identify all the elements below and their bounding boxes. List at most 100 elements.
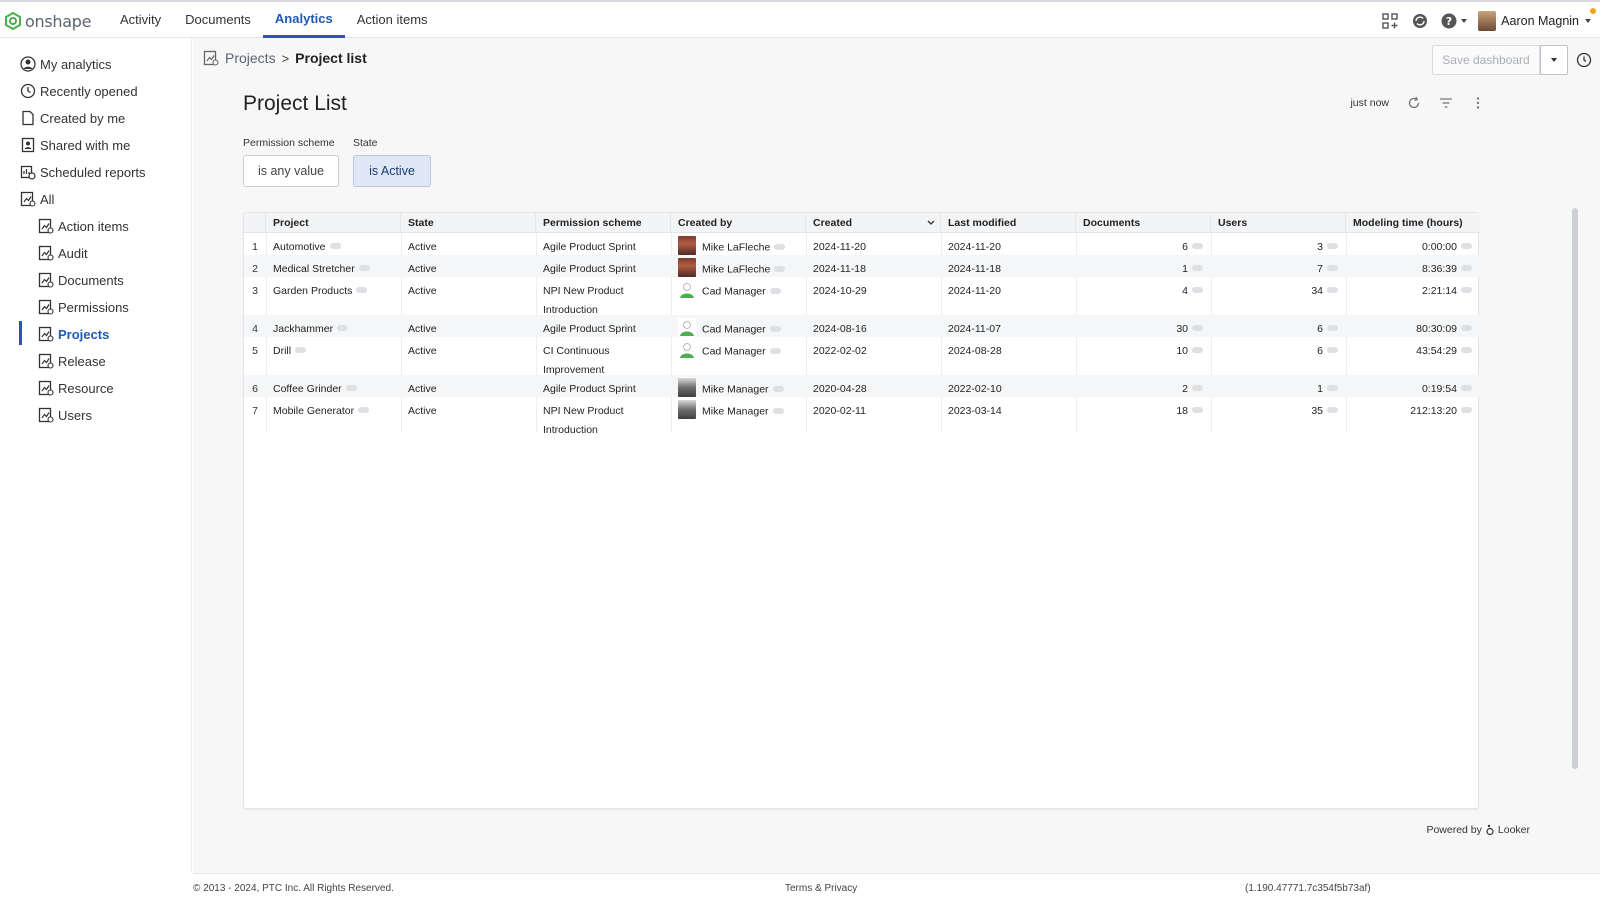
cell-menu-icon[interactable]: [1192, 385, 1203, 392]
cell-menu-icon[interactable]: [772, 385, 784, 392]
filter-permission-scheme[interactable]: is any value: [243, 155, 339, 187]
cell-menu-icon[interactable]: [774, 243, 786, 250]
cell-menu-icon[interactable]: [337, 325, 349, 332]
modeling-time-cell[interactable]: 8:36:39: [1346, 255, 1480, 279]
users-cell[interactable]: 35: [1211, 397, 1346, 421]
project-cell[interactable]: Drill: [266, 337, 307, 361]
table-row[interactable]: 5 Drill Active CI Continuous Improvement…: [244, 337, 1480, 376]
cell-menu-icon[interactable]: [1461, 265, 1472, 272]
cell-menu-icon[interactable]: [1192, 407, 1203, 414]
filter-icon[interactable]: [1439, 96, 1453, 110]
creator-cell[interactable]: Cad Manager: [671, 337, 781, 361]
cell-menu-icon[interactable]: [1327, 265, 1338, 272]
users-cell[interactable]: 6: [1211, 337, 1346, 361]
sidebar-item-shared-with-me[interactable]: Shared with me: [20, 135, 130, 155]
cell-menu-icon[interactable]: [774, 265, 786, 272]
cell-menu-icon[interactable]: [769, 287, 781, 294]
apps-icon[interactable]: [1380, 11, 1400, 31]
sidebar-item-recently-opened[interactable]: Recently opened: [20, 81, 138, 101]
cell-menu-icon[interactable]: [1192, 325, 1203, 332]
cell-menu-icon[interactable]: [1327, 325, 1338, 332]
cell-menu-icon[interactable]: [1192, 265, 1203, 272]
table-row[interactable]: 2 Medical Stretcher Active Agile Product…: [244, 255, 1480, 277]
refresh-icon[interactable]: [1407, 96, 1421, 110]
cell-menu-icon[interactable]: [295, 347, 307, 354]
documents-cell[interactable]: 18: [1076, 397, 1211, 421]
sidebar-item-created-by-me[interactable]: Created by me: [20, 108, 125, 128]
documents-cell[interactable]: 6: [1076, 233, 1211, 257]
sidebar-item-action-items[interactable]: Action items: [38, 216, 129, 236]
terms-privacy-link[interactable]: Terms & Privacy: [785, 883, 857, 894]
documents-cell[interactable]: 2: [1076, 375, 1211, 399]
column-header-permission-scheme[interactable]: Permission scheme: [536, 213, 671, 233]
cell-menu-icon[interactable]: [329, 243, 341, 250]
table-row[interactable]: 1 Automotive Active Agile Product Sprint…: [244, 233, 1480, 255]
users-cell[interactable]: 7: [1211, 255, 1346, 279]
help-menu[interactable]: ?: [1440, 12, 1468, 30]
filter-state[interactable]: is Active: [353, 155, 431, 187]
cell-menu-icon[interactable]: [1327, 407, 1338, 414]
project-cell[interactable]: Jackhammer: [266, 315, 349, 339]
table-row[interactable]: 6 Coffee Grinder Active Agile Product Sp…: [244, 375, 1480, 397]
more-vertical-icon[interactable]: [1471, 96, 1485, 110]
sidebar-item-documents[interactable]: Documents: [38, 270, 124, 290]
cell-menu-icon[interactable]: [1461, 385, 1472, 392]
cell-menu-icon[interactable]: [769, 347, 781, 354]
table-row[interactable]: 4 Jackhammer Active Agile Product Sprint…: [244, 315, 1480, 337]
project-cell[interactable]: Mobile Generator: [266, 397, 370, 421]
users-cell[interactable]: 3: [1211, 233, 1346, 257]
cell-menu-icon[interactable]: [1327, 385, 1338, 392]
modeling-time-cell[interactable]: 43:54:29: [1346, 337, 1480, 361]
sidebar-item-release[interactable]: Release: [38, 351, 106, 371]
table-row[interactable]: 3 Garden Products Active NPI New Product…: [244, 277, 1480, 316]
modeling-time-cell[interactable]: 2:21:14: [1346, 277, 1480, 301]
cell-menu-icon[interactable]: [769, 325, 781, 332]
cell-menu-icon[interactable]: [1461, 325, 1472, 332]
documents-cell[interactable]: 4: [1076, 277, 1211, 301]
sidebar-item-audit[interactable]: Audit: [38, 243, 88, 263]
users-cell[interactable]: 1: [1211, 375, 1346, 399]
sidebar-item-all[interactable]: All: [20, 189, 54, 209]
table-row[interactable]: 7 Mobile Generator Active NPI New Produc…: [244, 397, 1480, 436]
cell-menu-icon[interactable]: [358, 265, 370, 272]
sync-icon[interactable]: [1410, 11, 1430, 31]
cell-menu-icon[interactable]: [1327, 347, 1338, 354]
column-header-state[interactable]: State: [401, 213, 536, 233]
creator-cell[interactable]: Cad Manager: [671, 315, 781, 339]
creator-cell[interactable]: Mike LaFleche: [671, 255, 786, 279]
breadcrumb-parent[interactable]: Projects: [225, 50, 276, 66]
column-header-last-modified[interactable]: Last modified: [941, 213, 1076, 233]
save-options-dropdown[interactable]: [1540, 45, 1568, 75]
cell-menu-icon[interactable]: [1192, 287, 1203, 294]
column-header-modeling-time[interactable]: Modeling time (hours): [1346, 213, 1480, 233]
vertical-scrollbar[interactable]: [1572, 208, 1578, 769]
column-header-users[interactable]: Users: [1211, 213, 1346, 233]
creator-cell[interactable]: Cad Manager: [671, 277, 781, 301]
nav-analytics[interactable]: Analytics: [262, 2, 345, 38]
nav-documents[interactable]: Documents: [173, 2, 263, 38]
users-cell[interactable]: 6: [1211, 315, 1346, 339]
column-header-documents[interactable]: Documents: [1076, 213, 1211, 233]
cell-menu-icon[interactable]: [345, 385, 357, 392]
cell-menu-icon[interactable]: [358, 407, 370, 414]
user-menu[interactable]: Aaron Magnin: [1478, 8, 1596, 31]
column-header-created[interactable]: Created: [806, 213, 941, 233]
modeling-time-cell[interactable]: 0:00:00: [1346, 233, 1480, 257]
column-header-project[interactable]: Project: [266, 213, 401, 233]
cell-menu-icon[interactable]: [1461, 287, 1472, 294]
onshape-logo[interactable]: onshape: [5, 10, 91, 32]
project-cell[interactable]: Medical Stretcher: [266, 255, 370, 279]
project-cell[interactable]: Automotive: [266, 233, 341, 257]
modeling-time-cell[interactable]: 80:30:09: [1346, 315, 1480, 339]
project-cell[interactable]: Coffee Grinder: [266, 375, 357, 399]
documents-cell[interactable]: 10: [1076, 337, 1211, 361]
save-dashboard-button[interactable]: Save dashboard: [1432, 45, 1540, 75]
documents-cell[interactable]: 30: [1076, 315, 1211, 339]
sidebar-item-projects[interactable]: Projects: [38, 324, 109, 344]
creator-cell[interactable]: Mike Manager: [671, 397, 784, 421]
sidebar-item-my-analytics[interactable]: My analytics: [20, 54, 112, 74]
modeling-time-cell[interactable]: 0:19:54: [1346, 375, 1480, 399]
creator-cell[interactable]: Mike Manager: [671, 375, 784, 399]
cell-menu-icon[interactable]: [356, 287, 368, 294]
creator-cell[interactable]: Mike LaFleche: [671, 233, 786, 257]
